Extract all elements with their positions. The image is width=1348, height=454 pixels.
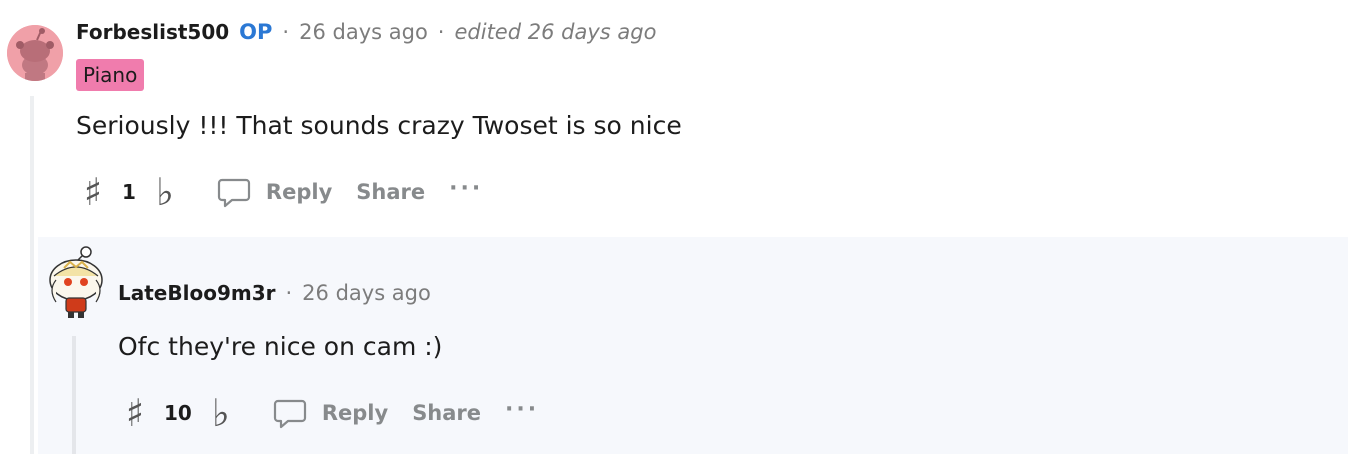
downvote-button[interactable]: ♭ [148, 172, 182, 212]
reply-button[interactable]: Reply [216, 174, 332, 210]
op-badge: OP [239, 20, 273, 44]
thread-line[interactable] [30, 96, 34, 454]
share-button[interactable]: Share [412, 401, 481, 425]
edited-label: edited 26 days ago [454, 20, 657, 44]
comment-body: Ofc they're nice on cam :) [118, 332, 443, 361]
comment-bubble-icon [273, 399, 306, 429]
downvote-button[interactable]: ♭ [204, 393, 238, 433]
comment-meta: LateBloo9m3r · 26 days ago [118, 281, 431, 305]
upvote-button[interactable]: ♯ [76, 172, 110, 212]
comment-meta: Forbeslist500 OP · 26 days ago · edited … [76, 20, 656, 44]
comment-actions: ♯ 1 ♭ Reply Share ··· [76, 172, 483, 212]
timestamp[interactable]: 26 days ago [302, 281, 431, 305]
author-link[interactable]: LateBloo9m3r [118, 281, 275, 305]
vote-score: 10 [164, 401, 192, 425]
thread-line[interactable] [72, 336, 76, 454]
comment-actions: ♯ 10 ♭ Reply Share ··· [118, 393, 539, 433]
share-button[interactable]: Share [356, 180, 425, 204]
reply-label: Reply [321, 401, 389, 425]
snoo-avatar-icon [7, 25, 63, 81]
more-options-button[interactable]: ··· [505, 397, 539, 422]
upvote-button[interactable]: ♯ [118, 393, 152, 433]
reply-button[interactable]: Reply [272, 395, 388, 431]
snoo-avatar-icon [49, 246, 103, 318]
separator: · [437, 20, 445, 44]
avatar[interactable] [46, 246, 106, 320]
comment-bubble-icon [217, 178, 251, 208]
more-options-button[interactable]: ··· [449, 176, 483, 201]
author-link[interactable]: Forbeslist500 [76, 20, 229, 44]
comment-body: Seriously !!! That sounds crazy Twoset i… [76, 111, 682, 140]
user-flair: Piano [76, 59, 145, 91]
reply-label: Reply [265, 180, 333, 204]
timestamp[interactable]: 26 days ago [299, 20, 428, 44]
vote-score: 1 [122, 180, 136, 204]
separator: · [285, 281, 293, 305]
avatar[interactable] [7, 25, 63, 81]
separator: · [282, 20, 290, 44]
